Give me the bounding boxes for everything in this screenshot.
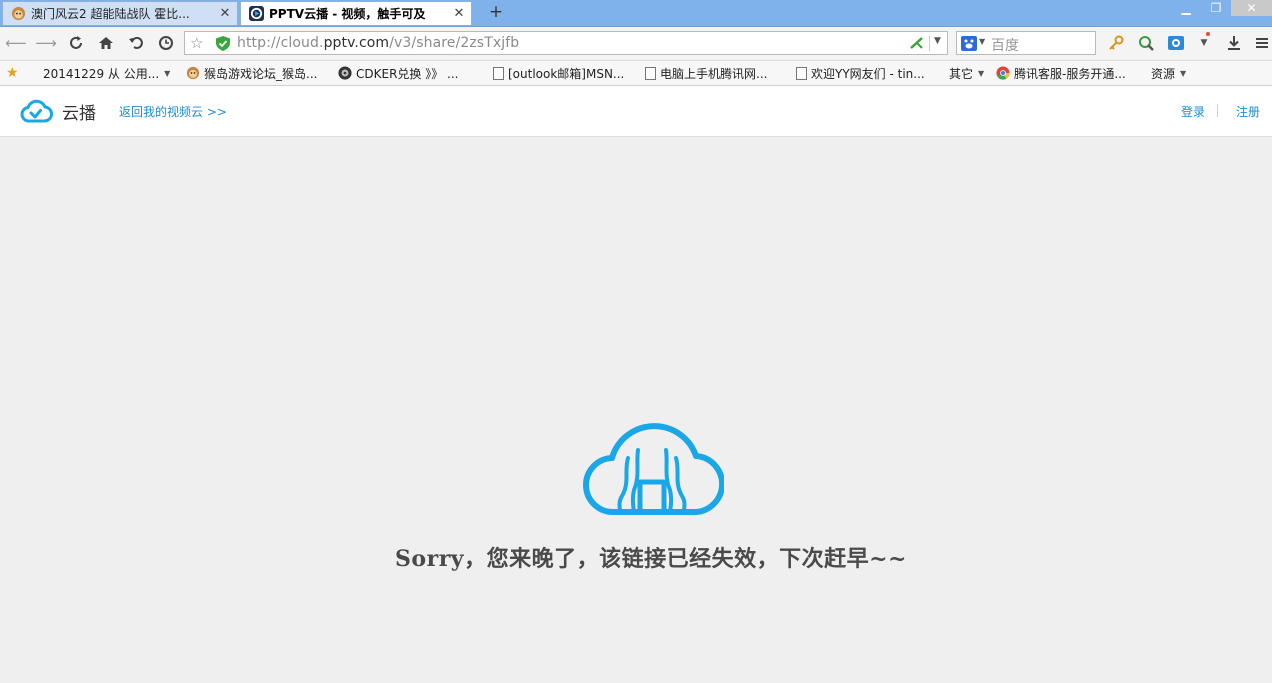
menu-icon[interactable] xyxy=(1252,33,1272,53)
chevron-down-icon[interactable]: ▼ xyxy=(934,36,941,46)
bookmark-item[interactable]: 腾讯客服-服务开通... xyxy=(996,64,1126,82)
brand-name[interactable]: 云播 xyxy=(62,99,96,124)
cdker-icon xyxy=(338,66,352,80)
key-icon[interactable] xyxy=(1106,33,1126,53)
bookmark-item[interactable]: CDKER兑换 》》 ... xyxy=(338,64,458,82)
page-icon xyxy=(493,66,504,80)
undo-icon[interactable] xyxy=(126,33,146,53)
tab-macau[interactable]: 澳门风云2 超能陆战队 霍比... ✕ xyxy=(2,1,238,25)
chrome-icon xyxy=(996,66,1010,80)
shield-icon xyxy=(216,36,230,51)
close-window-icon[interactable]: ✕ xyxy=(1231,0,1272,16)
tab-pptv[interactable]: PPTV云播 - 视频，触手可及 ✕ xyxy=(240,1,472,25)
history-icon[interactable] xyxy=(156,33,176,53)
page-icon xyxy=(645,66,656,80)
refresh-shield-icon[interactable] xyxy=(1136,33,1156,53)
close-icon[interactable]: ✕ xyxy=(217,6,233,21)
pptv-icon xyxy=(249,6,264,21)
ie-mode-icon[interactable] xyxy=(1166,33,1186,53)
bookmark-item[interactable]: 20141229 从 公用... ▼ xyxy=(43,64,170,82)
reload-icon[interactable] xyxy=(66,33,86,53)
url-text: http://cloud.pptv.com/v3/share/2zsTxjfb xyxy=(237,35,520,51)
tab-strip: 澳门风云2 超能陆战队 霍比... ✕ PPTV云播 - 视频，触手可及 ✕ +… xyxy=(0,0,1272,27)
new-tab-button[interactable]: + xyxy=(484,2,508,22)
register-link[interactable]: 注册 xyxy=(1236,103,1260,120)
compat-mode-icon[interactable] xyxy=(909,36,925,50)
chevron-down-icon[interactable]: ▼ xyxy=(1194,33,1214,53)
bookmark-folder-other[interactable]: 其它 ▼ xyxy=(949,64,984,82)
back-to-my-cloud-link[interactable]: 返回我的视频云 >> xyxy=(119,103,227,120)
monkey-icon xyxy=(11,6,26,21)
bookmark-folder-resources[interactable]: 资源 ▼ xyxy=(1151,64,1186,82)
site-header: 云播 返回我的视频云 >> 登录 注册 xyxy=(0,86,1272,137)
tab-title: PPTV云播 - 视频，触手可及 xyxy=(269,7,426,21)
back-arrow-icon[interactable]: ⟵ xyxy=(5,33,27,53)
search-placeholder: 百度 xyxy=(991,38,1019,54)
monkey-icon xyxy=(186,66,200,80)
chevron-down-icon: ▼ xyxy=(978,68,985,78)
broken-cloud-icon xyxy=(583,423,724,516)
bookmarks-bar: ★ 20141229 从 公用... ▼ 猴岛游戏论坛_猴岛... CDKER兑换… xyxy=(0,61,1272,86)
tab-title: 澳门风云2 超能陆战队 霍比... xyxy=(31,7,190,21)
chevron-down-icon[interactable]: ▼ xyxy=(979,37,985,46)
restore-icon[interactable]: ❐ xyxy=(1202,0,1230,16)
divider xyxy=(1217,104,1218,117)
chevron-down-icon: ▼ xyxy=(164,68,171,78)
home-icon[interactable] xyxy=(96,33,116,53)
chevron-down-icon: ▼ xyxy=(1180,68,1187,78)
address-bar[interactable]: ☆ http://cloud.pptv.com/v3/share/2zsTxjf… xyxy=(184,31,948,55)
download-icon[interactable] xyxy=(1224,33,1244,53)
expired-link-message: Sorry，您来晚了，该链接已经失效，下次赶早~~ xyxy=(395,546,907,572)
star-icon[interactable]: ☆ xyxy=(190,34,203,52)
nav-bar: ⟵ ⟶ ☆ http://cloud.pptv.com/v3/share/2zs… xyxy=(0,27,1272,61)
notification-dot xyxy=(1206,32,1210,36)
page-icon xyxy=(796,66,807,80)
bookmark-item[interactable]: 电脑上手机腾讯网... xyxy=(645,64,767,82)
minimize-icon[interactable]: ▁ xyxy=(1172,0,1200,16)
bookmark-item[interactable]: [outlook邮箱]MSN... xyxy=(493,64,624,82)
forward-arrow-icon[interactable]: ⟶ xyxy=(35,33,57,53)
search-box[interactable]: ▼ 百度 xyxy=(956,31,1096,55)
bookmark-item[interactable]: 欢迎YY网友们 - tin... xyxy=(796,64,925,82)
close-icon[interactable]: ✕ xyxy=(451,6,467,21)
bookmarks-star-icon[interactable]: ★ xyxy=(6,64,19,82)
cloud-logo-icon[interactable] xyxy=(19,99,53,125)
bookmark-item[interactable]: 猴岛游戏论坛_猴岛... xyxy=(186,64,317,82)
login-link[interactable]: 登录 xyxy=(1181,103,1205,120)
baidu-paw-icon[interactable] xyxy=(961,36,977,51)
